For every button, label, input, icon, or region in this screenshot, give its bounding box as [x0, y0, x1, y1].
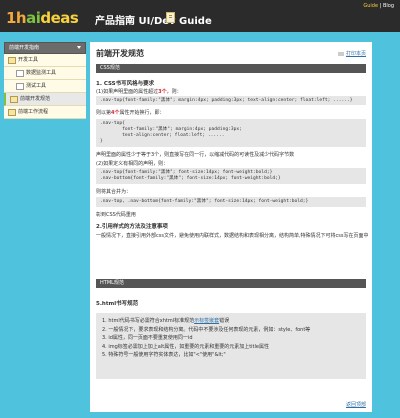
main-content: 前端开发规范 打印本页 CSS规范 1. CSS书写风格与要求 (1)如果声明里… [90, 42, 372, 412]
css-paragraph-5: 则将其合并为： [96, 189, 132, 195]
site-logo[interactable]: 1haideas [6, 9, 79, 27]
code-block-1: .nav-top{font-family:"黑体"; margin:4px; p… [96, 96, 366, 105]
nesting-error-link[interactable]: 示标签嵌套 [194, 318, 219, 324]
sidebar-item-label: 开发工具 [18, 57, 39, 63]
sidebar-item-test-tools[interactable]: 测试工具 [4, 80, 86, 93]
sidebar-item-label: 测试工具 [26, 83, 47, 89]
sidebar-heading[interactable]: 前端开发指南 [4, 42, 86, 54]
css-paragraph-3: 声明里面的属性少于等于3个，则直接写在同一行，以缩减代码的可读性及减少代码字节数 [96, 152, 295, 158]
html-section-bar: HTML规范 [96, 279, 366, 288]
top-bar: 1haideas 产品指南 UI/Dev Guide Guide | Blog [0, 0, 400, 32]
code-block-4: .nav-top, .nav-bottom{font-family:"黑体"; … [96, 197, 366, 207]
css-heading-2: 2.引用样式的方法及注意事项 [96, 224, 168, 230]
blog-link[interactable]: Blog [383, 3, 394, 9]
code-block-3: .nav-top{font-family:"黑体"; font-size:14p… [96, 168, 366, 184]
printer-icon [337, 51, 344, 56]
print-label: 打印本页 [345, 51, 366, 57]
sidebar-heading-label: 前端开发指南 [9, 45, 40, 51]
css-paragraph-2: 则以第4个属性开始换行，即： [96, 110, 165, 116]
sidebar-item-data-monitor[interactable]: 数据监测工具 [4, 67, 86, 80]
logo-text-1: 1h [6, 9, 27, 27]
site-title: 产品指南 UI/Dev Guide [95, 16, 212, 27]
sidebar-item-frontend-spec[interactable]: 前端开发规范 [4, 93, 86, 106]
chevron-down-icon [77, 46, 81, 49]
print-link[interactable]: 打印本页 [337, 50, 366, 57]
logo-text-3: deas [40, 9, 79, 27]
top-links: Guide | Blog [363, 3, 394, 9]
sidebar-item-label: 数据监测工具 [26, 70, 57, 76]
logo-text-2: ai [26, 9, 41, 27]
html-rules-list: 1. html代码书写必需符合xhtml标准规范示标签嵌套错误 2. 一般情况下… [96, 313, 366, 379]
sidebar: 前端开发指南 开发工具 数据监测工具 测试工具 前端开发规范 前端工作流程 [4, 42, 86, 122]
page-icon [16, 70, 24, 77]
sidebar-item-label: 前端工作流程 [18, 109, 49, 115]
list-item: 2. 一般情况下，要求表现和结构分离。代码中不要涉及任何表现的元素，例如：sty… [102, 326, 311, 333]
html-heading-1: 5.html书写规范 [96, 301, 139, 307]
edit-icon[interactable] [166, 12, 175, 23]
list-item: 4. img标签必需加上加上alt属性，如重要的元素和重要的元素加上title属… [102, 343, 269, 350]
css-section-bar: CSS规范 [96, 64, 366, 73]
list-item: 1. html代码书写必需符合xhtml标准规范示标签嵌套错误 [102, 318, 230, 324]
list-item: 3. id属性，同一页面不要重复使用同一id [102, 335, 193, 341]
sidebar-item-dev-tools[interactable]: 开发工具 [4, 54, 86, 67]
folder-icon [8, 57, 16, 64]
list-item: 5. 特殊符号一般使用字符实体表达，比如"<"使用"&lt;" [102, 352, 226, 358]
sidebar-item-label: 前端开发规范 [20, 96, 51, 102]
css-paragraph-1: (1)如果声明里面的属性超过3个，则： [96, 89, 182, 95]
css-paragraph-6: 彰到CSS代码重用 [96, 212, 136, 218]
css-paragraph-4: (2)如果定义有相同的声明，则： [96, 161, 169, 167]
folder-icon [8, 109, 16, 116]
code-block-2: .nav-top{ font-family:"黑体"; margin:4px; … [96, 119, 366, 147]
guide-link[interactable]: Guide [363, 3, 378, 9]
folder-icon [10, 96, 18, 103]
page-title: 前端开发规范 [96, 49, 144, 58]
sidebar-item-frontend-workflow[interactable]: 前端工作流程 [4, 106, 86, 119]
back-to-top-link[interactable]: 返回顶部 [346, 401, 366, 408]
css-heading-1: 1. CSS书写风格与要求 [96, 81, 155, 87]
css-paragraph-7: 一般情况下，直接引用外部css文件，避免使用内联样式，数据结构和表现相分离，结构… [96, 233, 369, 239]
page-icon [16, 83, 24, 90]
